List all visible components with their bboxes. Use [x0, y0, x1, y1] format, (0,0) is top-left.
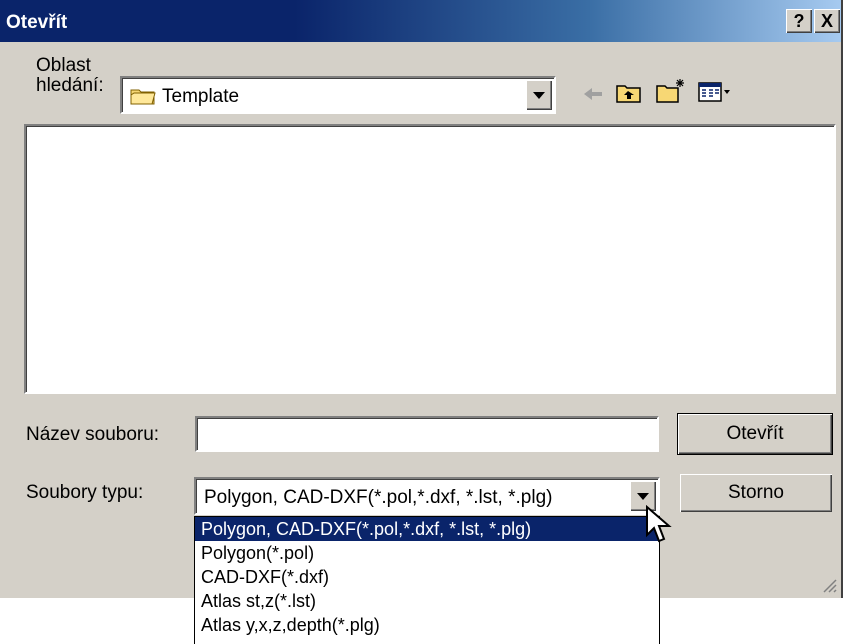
view-menu-icon[interactable]: [698, 82, 732, 107]
filetype-option[interactable]: Polygon(*.pol): [195, 541, 659, 565]
filename-input[interactable]: [195, 416, 659, 452]
mouse-cursor-icon: [645, 504, 673, 550]
filetype-option[interactable]: Polygon, CAD-DXF(*.pol,*.dxf, *.lst, *.p…: [195, 517, 659, 541]
window-title: Otevřít: [6, 12, 68, 33]
filetype-dropdown-list: Polygon, CAD-DXF(*.pol,*.dxf, *.lst, *.p…: [194, 516, 660, 644]
folder-icon: [130, 86, 156, 111]
open-dialog: Otevřít ? X Oblast hledání: Template Náz…: [0, 0, 843, 598]
lookin-label: Oblast hledání:: [36, 56, 104, 96]
back-arrow-icon[interactable]: [582, 86, 604, 107]
lookin-dropdown-button[interactable]: [526, 80, 552, 110]
cancel-button[interactable]: Storno: [680, 474, 832, 512]
filetype-option[interactable]: Atlas st,z(*.lst): [195, 589, 659, 613]
filetype-selected: Polygon, CAD-DXF(*.pol,*.dxf, *.lst, *.p…: [204, 487, 553, 508]
lookin-label-line1: Oblast: [36, 55, 91, 76]
resize-grip-icon[interactable]: [820, 576, 838, 599]
lookin-folder: Template: [162, 86, 240, 107]
lookin-label-line2: hledání:: [36, 75, 104, 96]
close-button[interactable]: X: [814, 9, 840, 33]
lookin-combo[interactable]: Template: [120, 76, 556, 114]
up-folder-icon[interactable]: [616, 82, 642, 109]
open-button[interactable]: Otevřít: [677, 413, 833, 455]
filename-label: Název souboru:: [26, 424, 160, 445]
filetype-label: Soubory typu:: [26, 482, 144, 503]
filetype-combo[interactable]: Polygon, CAD-DXF(*.pol,*.dxf, *.lst, *.p…: [194, 477, 660, 515]
title-bar[interactable]: Otevřít ? X: [0, 0, 841, 42]
file-list[interactable]: [24, 124, 836, 394]
new-folder-icon[interactable]: [656, 78, 686, 109]
help-button[interactable]: ?: [786, 9, 812, 33]
filetype-option[interactable]: Atlas y,x,z,depth(*.plg): [195, 613, 659, 637]
filetype-option[interactable]: CAD-DXF(*.dxf): [195, 565, 659, 589]
